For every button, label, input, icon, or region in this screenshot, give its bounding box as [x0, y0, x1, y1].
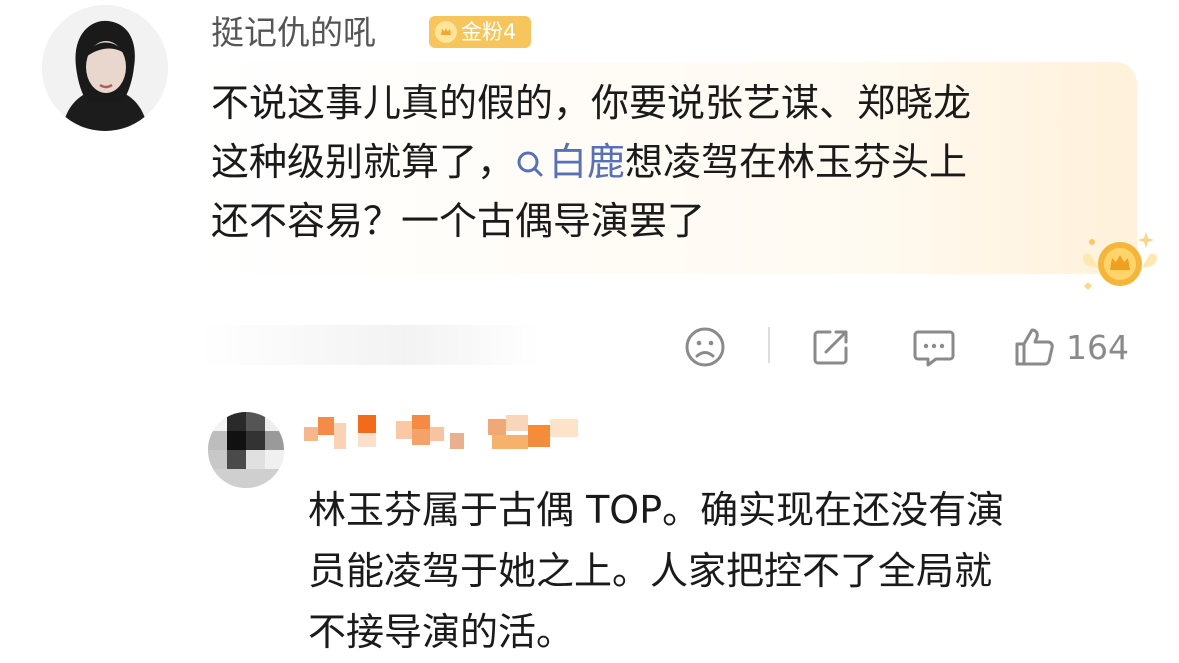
reply-avatar[interactable]	[208, 412, 284, 488]
comment-button[interactable]	[912, 322, 956, 372]
reply-username-blurred[interactable]	[300, 413, 610, 455]
action-divider	[768, 327, 770, 363]
like-button[interactable]: 164	[1014, 322, 1129, 372]
dislike-face-icon	[684, 326, 726, 368]
comment-line-part: 想凌驾在林玉芬头上	[625, 140, 968, 184]
like-icon	[1014, 326, 1056, 368]
fan-level-badge[interactable]: 金粉4	[429, 16, 531, 48]
comment-actions: 164	[0, 322, 1179, 372]
topic-link[interactable]: 白鹿	[515, 140, 625, 184]
comment-icon	[912, 326, 956, 368]
crown-icon	[435, 21, 457, 43]
comment-line: 还不容易？一个古偶导演罢了	[211, 199, 706, 243]
share-button[interactable]	[810, 322, 852, 372]
reply-text: 林玉芬属于古偶 TOP。确实现在还没有演 员能凌驾于她之上。人家把控不了全局就 …	[308, 480, 1168, 663]
comment-line: 不说这事儿真的假的，你要说张艺谋、郑晓龙	[211, 81, 972, 125]
dislike-button[interactable]	[684, 322, 726, 372]
reply-line: 不接导演的活。	[308, 610, 575, 654]
badge-label: 金粉4	[461, 20, 517, 44]
search-icon	[515, 137, 545, 177]
gold-fan-medal-icon	[1080, 226, 1160, 296]
reply-line: 林玉芬属于古偶 TOP。确实现在还没有演	[308, 488, 1005, 532]
topic-label: 白鹿	[549, 140, 626, 184]
commenter-avatar[interactable]	[42, 5, 168, 131]
reply-line: 员能凌驾于她之上。人家把控不了全局就	[308, 549, 993, 593]
comment-text: 不说这事儿真的假的，你要说张艺谋、郑晓龙 这种级别就算了， 白鹿想凌驾在林玉芬头上…	[211, 74, 1131, 251]
like-count: 164	[1066, 327, 1129, 367]
comment-line-part: 这种级别就算了，	[211, 140, 516, 184]
comment-line: 这种级别就算了， 白鹿想凌驾在林玉芬头上	[211, 133, 1131, 192]
share-icon	[810, 326, 852, 368]
commenter-username[interactable]: 挺记仇的吼	[211, 12, 376, 54]
